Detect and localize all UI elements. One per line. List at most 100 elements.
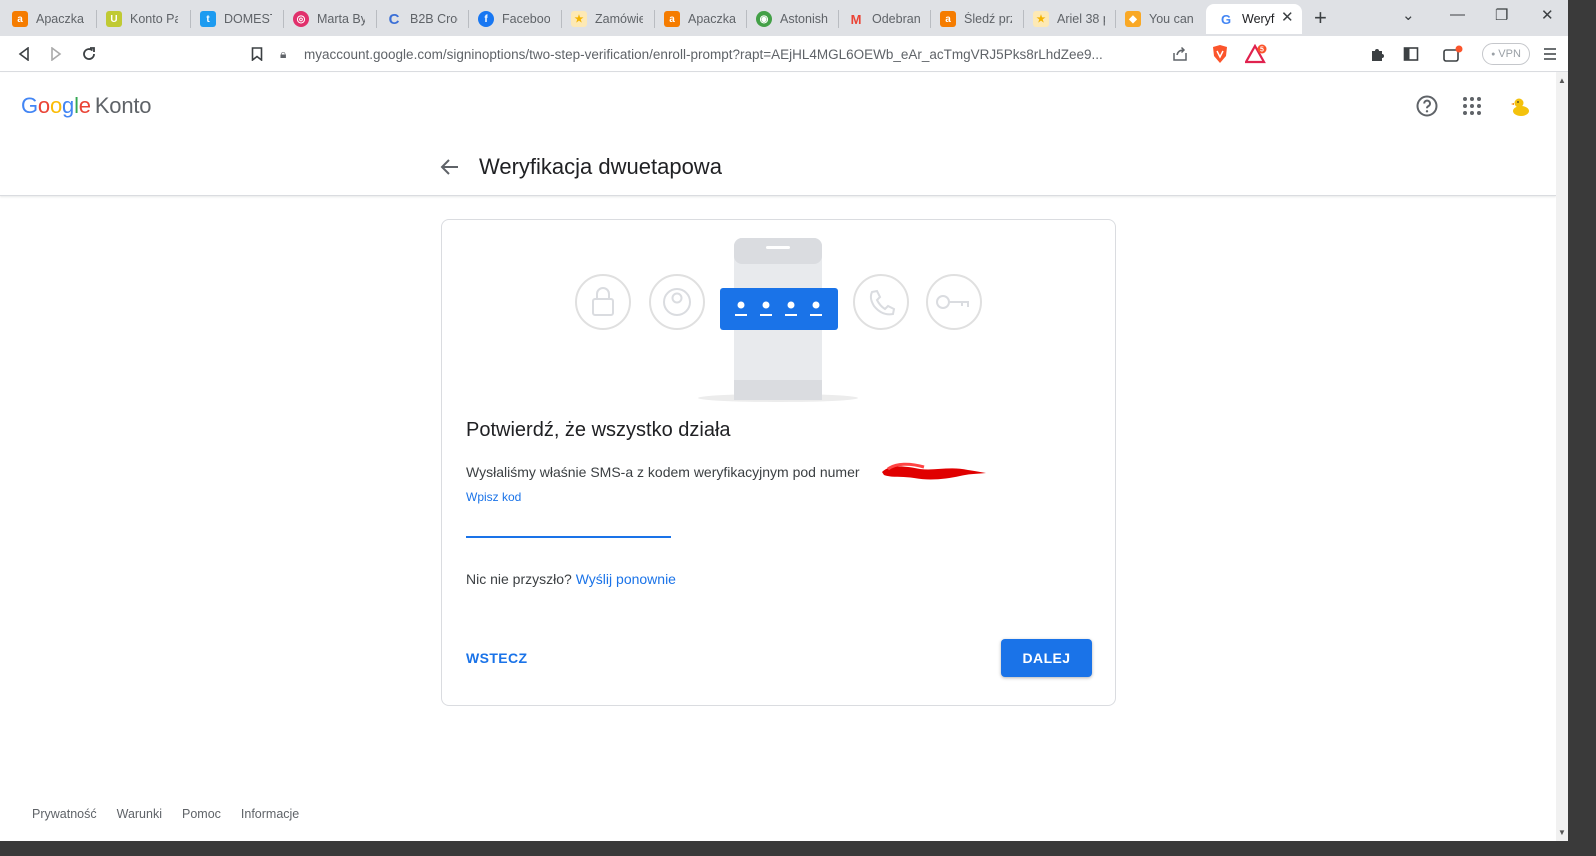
share-icon[interactable] — [1168, 42, 1192, 66]
help-icon[interactable] — [1414, 93, 1440, 119]
card-title: Potwierdź, że wszystko działa — [466, 419, 731, 441]
scrollbar[interactable]: ▲ ▼ — [1556, 72, 1568, 841]
svg-text:5: 5 — [1260, 47, 1264, 54]
tab[interactable]: U Konto Pay — [94, 4, 188, 34]
key-circle-icon — [926, 274, 982, 330]
redacted-phone-number — [882, 462, 986, 480]
croco-favicon-icon: C — [388, 10, 400, 28]
tab-title: You can S — [1149, 12, 1197, 26]
vpn-label: VPN — [1498, 48, 1521, 60]
scroll-up-icon[interactable]: ▲ — [1558, 76, 1566, 85]
tab[interactable]: a Apaczka P — [0, 4, 94, 34]
footer-links: Prywatność Warunki Pomoc Informacje — [32, 807, 299, 821]
footer-link-help[interactable]: Pomoc — [182, 807, 221, 821]
resend-prompt: Nic nie przyszło? — [466, 571, 572, 587]
tab[interactable]: t DOMESTIC — [188, 4, 282, 34]
apaczka-favicon-icon: a — [940, 11, 956, 27]
vpn-button[interactable]: ● VPN — [1482, 43, 1530, 65]
duck-favicon-icon: ★ — [571, 11, 587, 27]
scroll-down-icon[interactable]: ▼ — [1558, 828, 1566, 837]
facebook-favicon-icon: f — [478, 11, 494, 27]
tab-title: Odebrane — [872, 12, 920, 26]
sidebar-icon[interactable] — [1399, 42, 1423, 66]
sms-sent-message: Wysłaliśmy właśnie SMS-a z kodem weryfik… — [466, 464, 860, 480]
astonish-favicon-icon: ◉ — [756, 11, 772, 27]
footer-link-terms[interactable]: Warunki — [117, 807, 162, 821]
tab[interactable]: C B2B Croco — [374, 4, 468, 34]
google-logo-word: Google — [21, 93, 91, 118]
tab-strip: a Apaczka P U Konto Pay t DOMESTIC ◎ Mar… — [0, 0, 1568, 36]
tab-title: Marta Byc — [317, 12, 365, 26]
tab-title: DOMESTIC — [224, 12, 272, 26]
close-window-icon[interactable]: ✕ — [1541, 6, 1554, 24]
account-circle-icon — [649, 274, 705, 330]
resend-row: Nic nie przyszło? Wyślij ponownie — [466, 571, 676, 587]
tab[interactable]: ★ Zamówier — [559, 4, 653, 34]
tab-title: Konto Pay — [130, 12, 178, 26]
footer-link-about[interactable]: Informacje — [241, 807, 299, 821]
forward-icon[interactable] — [44, 42, 68, 66]
browser-toolbar: 🔒︎ myaccount.google.com/signinoptions/tw… — [0, 36, 1568, 72]
menu-icon[interactable] — [1538, 42, 1562, 66]
duck-favicon-icon: ★ — [1033, 11, 1049, 27]
code-field-label: Wpisz kod — [466, 490, 522, 504]
konto-favicon-icon: U — [106, 11, 122, 27]
back-button[interactable]: WSTECZ — [466, 650, 528, 666]
page-title: Weryfikacja dwuetapowa — [479, 154, 722, 179]
tab[interactable]: ★ Ariel 38 p — [1021, 4, 1115, 34]
bookmark-icon[interactable] — [245, 42, 269, 66]
tab-title: Astonish — [780, 12, 828, 26]
instagram-favicon-icon: ◎ — [293, 11, 309, 27]
avatar[interactable] — [1506, 92, 1536, 122]
extension-favicon-icon: ◆ — [1125, 11, 1141, 27]
apps-grid-icon[interactable] — [1459, 93, 1485, 119]
tab[interactable]: f Facebook — [466, 4, 560, 34]
resend-link[interactable]: Wyślij ponownie — [576, 571, 676, 587]
phone-call-circle-icon — [853, 274, 909, 330]
tab-title: Ariel 38 p — [1057, 12, 1105, 26]
google-account-logo[interactable]: Google Konto — [21, 93, 152, 119]
tab-title: Facebook — [502, 12, 550, 26]
tab[interactable]: M Odebrane — [836, 4, 930, 34]
google-favicon-icon: G — [1220, 11, 1232, 27]
tab[interactable]: ◎ Marta Byc — [281, 4, 375, 34]
wallet-icon[interactable] — [1441, 42, 1465, 66]
two-step-illustration — [575, 238, 982, 402]
new-tab-icon[interactable]: + — [1314, 5, 1327, 31]
back-icon[interactable] — [12, 42, 36, 66]
tab[interactable]: ◉ Astonish — [744, 4, 838, 34]
lock-circle-icon — [575, 274, 631, 330]
twitter-favicon-icon: t — [200, 11, 216, 27]
extensions-puzzle-icon[interactable] — [1366, 42, 1390, 66]
konto-word: Konto — [94, 93, 152, 118]
url-text: myaccount.google.com/signinoptions/two-s… — [304, 46, 1103, 62]
verification-card: Potwierdź, że wszystko działa Wysłaliśmy… — [441, 219, 1116, 706]
tab[interactable]: a Śledź prz — [928, 4, 1022, 34]
gmail-favicon-icon: M — [850, 11, 862, 27]
apaczka-favicon-icon: a — [664, 11, 680, 27]
tab-title: Apaczka P — [36, 12, 84, 26]
tab-title: B2B Croco — [410, 12, 458, 26]
brave-shields-icon[interactable] — [1208, 42, 1232, 66]
lock-icon: 🔒︎ — [280, 46, 287, 61]
tab-search-chevron-icon[interactable]: ⌄ — [1402, 6, 1415, 24]
next-button[interactable]: DALEJ — [1001, 639, 1092, 677]
close-tab-icon[interactable]: ✕ — [1281, 8, 1294, 26]
sms-code-icon — [720, 288, 838, 330]
tab-title: Zamówier — [595, 12, 643, 26]
verification-code-input[interactable] — [466, 508, 671, 538]
apaczka-favicon-icon: a — [12, 11, 28, 27]
tab[interactable]: a Apaczka P — [652, 4, 746, 34]
reload-icon[interactable] — [77, 42, 101, 66]
footer-link-privacy[interactable]: Prywatność — [32, 807, 97, 821]
restore-icon[interactable]: ❐ — [1495, 6, 1508, 24]
page-header: Google Konto Weryfikacja dwuetapowa — [0, 73, 1556, 196]
tab[interactable]: ◆ You can S — [1113, 4, 1207, 34]
tab-title: Apaczka P — [688, 12, 736, 26]
back-arrow-icon[interactable] — [440, 157, 460, 183]
browser-window: a Apaczka P U Konto Pay t DOMESTIC ◎ Mar… — [0, 0, 1568, 841]
address-bar[interactable]: 🔒︎ myaccount.google.com/signinoptions/tw… — [280, 40, 1280, 68]
tab-title: Śledź prz — [964, 12, 1012, 26]
minimize-icon[interactable]: — — [1450, 6, 1465, 23]
brave-rewards-icon[interactable]: 5 — [1244, 42, 1268, 66]
